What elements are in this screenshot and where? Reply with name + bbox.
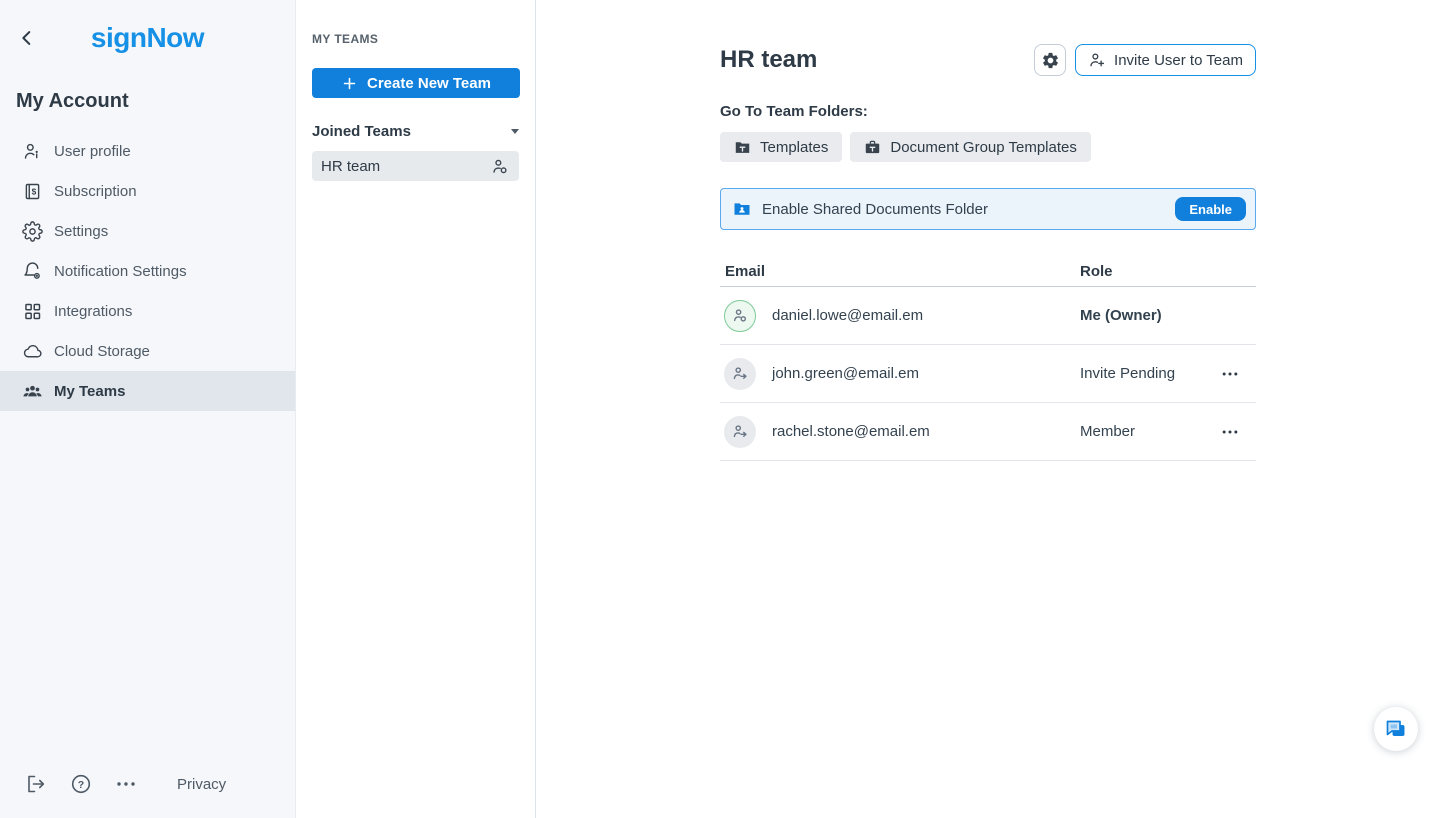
sidebar-item-cloud-storage[interactable]: Cloud Storage bbox=[0, 331, 295, 371]
sidebar-item-my-teams[interactable]: My Teams bbox=[0, 371, 295, 411]
sidebar-item-subscription[interactable]: $ Subscription bbox=[0, 171, 295, 211]
create-new-team-button[interactable]: Create New Team bbox=[312, 68, 520, 98]
sidebar-item-user-profile[interactable]: User profile bbox=[0, 131, 295, 171]
signnow-logo: signNow bbox=[0, 22, 295, 54]
row-menu-button[interactable] bbox=[1220, 418, 1248, 446]
collapse-arrow-icon bbox=[511, 129, 519, 134]
sidebar-item-label: Cloud Storage bbox=[54, 343, 150, 360]
avatar-invited bbox=[724, 416, 756, 448]
teams-panel-header: MY TEAMS bbox=[312, 32, 519, 46]
team-detail-main: HR team Invite User to Team bbox=[536, 0, 1440, 818]
user-profile-icon bbox=[22, 141, 43, 162]
enable-shared-folder-button[interactable]: Enable bbox=[1175, 197, 1246, 221]
team-name: HR team bbox=[321, 158, 380, 175]
sidebar-item-label: Integrations bbox=[54, 303, 132, 320]
team-members-table: Email Role daniel.lowe@email.em Me (Owne… bbox=[720, 257, 1256, 461]
account-nav: User profile $ Subscription Settings bbox=[0, 131, 295, 411]
gear-icon bbox=[1041, 51, 1060, 70]
member-role: Me (Owner) bbox=[1080, 307, 1220, 324]
team-folders-label: Go To Team Folders: bbox=[720, 103, 1256, 120]
logout-icon bbox=[24, 772, 48, 796]
chat-icon bbox=[1384, 717, 1408, 741]
notification-settings-icon bbox=[22, 261, 43, 282]
templates-label: Templates bbox=[760, 139, 828, 156]
templates-folder-button[interactable]: Templates bbox=[720, 132, 842, 162]
settings-icon bbox=[22, 221, 43, 242]
team-title: HR team bbox=[720, 46, 817, 74]
table-header-row: Email Role bbox=[720, 257, 1256, 287]
team-settings-button[interactable] bbox=[1034, 44, 1066, 76]
sidebar-item-notification-settings[interactable]: Notification Settings bbox=[0, 251, 295, 291]
member-role: Member bbox=[1080, 423, 1220, 440]
avatar-invited bbox=[724, 358, 756, 390]
sidebar-item-label: Notification Settings bbox=[54, 263, 187, 280]
page-title-my-account: My Account bbox=[0, 76, 295, 131]
live-chat-button[interactable] bbox=[1374, 707, 1418, 751]
sidebar-item-integrations[interactable]: Integrations bbox=[0, 291, 295, 331]
email-column-header: Email bbox=[720, 263, 1080, 280]
member-email: rachel.stone@email.em bbox=[772, 423, 930, 440]
shared-documents-banner-text: Enable Shared Documents Folder bbox=[762, 201, 1175, 218]
sidebar-item-settings[interactable]: Settings bbox=[0, 211, 295, 251]
my-teams-icon bbox=[22, 381, 43, 402]
invite-user-label: Invite User to Team bbox=[1114, 52, 1243, 69]
sidebar-item-label: Settings bbox=[54, 223, 108, 240]
team-admin-icon bbox=[491, 157, 510, 176]
person-arrow-icon bbox=[732, 423, 749, 440]
help-icon: ? bbox=[69, 772, 93, 796]
member-email: daniel.lowe@email.em bbox=[772, 307, 923, 324]
teams-panel: MY TEAMS Create New Team Joined Teams HR… bbox=[296, 0, 536, 818]
shared-folder-icon bbox=[733, 200, 751, 218]
account-sidebar: signNow My Account User profile $ Subscr… bbox=[0, 0, 296, 818]
sidebar-footer: ? Privacy bbox=[24, 772, 226, 796]
svg-text:$: $ bbox=[32, 186, 37, 196]
table-row-member: rachel.stone@email.em Member bbox=[720, 403, 1256, 461]
document-group-templates-label: Document Group Templates bbox=[890, 139, 1076, 156]
joined-teams-label: Joined Teams bbox=[312, 123, 411, 140]
integrations-icon bbox=[22, 301, 43, 322]
sidebar-item-label: Subscription bbox=[54, 183, 137, 200]
help-button[interactable]: ? bbox=[69, 772, 93, 796]
table-row-invited: john.green@email.em Invite Pending bbox=[720, 345, 1256, 403]
shared-documents-banner: Enable Shared Documents Folder Enable bbox=[720, 188, 1256, 230]
plus-icon bbox=[341, 75, 358, 92]
person-plus-icon bbox=[1088, 51, 1107, 70]
person-admin-icon bbox=[732, 307, 749, 324]
sidebar-item-label: User profile bbox=[54, 143, 131, 160]
sidebar-header: signNow bbox=[0, 0, 295, 76]
team-list-item-hr-team[interactable]: HR team bbox=[312, 151, 519, 181]
ellipsis-icon bbox=[1220, 364, 1248, 384]
joined-teams-toggle[interactable]: Joined Teams bbox=[312, 123, 519, 140]
role-column-header: Role bbox=[1080, 263, 1256, 280]
sidebar-item-label: My Teams bbox=[54, 383, 125, 400]
table-row-owner: daniel.lowe@email.em Me (Owner) bbox=[720, 287, 1256, 345]
person-arrow-icon bbox=[732, 365, 749, 382]
create-new-team-label: Create New Team bbox=[367, 75, 491, 92]
more-button[interactable] bbox=[114, 772, 138, 796]
row-menu-button[interactable] bbox=[1220, 360, 1248, 388]
member-role: Invite Pending bbox=[1080, 365, 1220, 382]
cloud-storage-icon bbox=[22, 341, 43, 362]
privacy-link[interactable]: Privacy bbox=[177, 776, 226, 793]
document-group-templates-icon bbox=[864, 139, 881, 156]
ellipsis-icon bbox=[1220, 422, 1248, 442]
svg-text:?: ? bbox=[78, 779, 84, 791]
more-icon bbox=[114, 772, 138, 796]
document-group-templates-button[interactable]: Document Group Templates bbox=[850, 132, 1090, 162]
member-email: john.green@email.em bbox=[772, 365, 919, 382]
logout-button[interactable] bbox=[24, 772, 48, 796]
subscription-icon: $ bbox=[22, 181, 43, 202]
invite-user-to-team-button[interactable]: Invite User to Team bbox=[1075, 44, 1256, 76]
avatar-owner bbox=[724, 300, 756, 332]
templates-folder-icon bbox=[734, 139, 751, 156]
